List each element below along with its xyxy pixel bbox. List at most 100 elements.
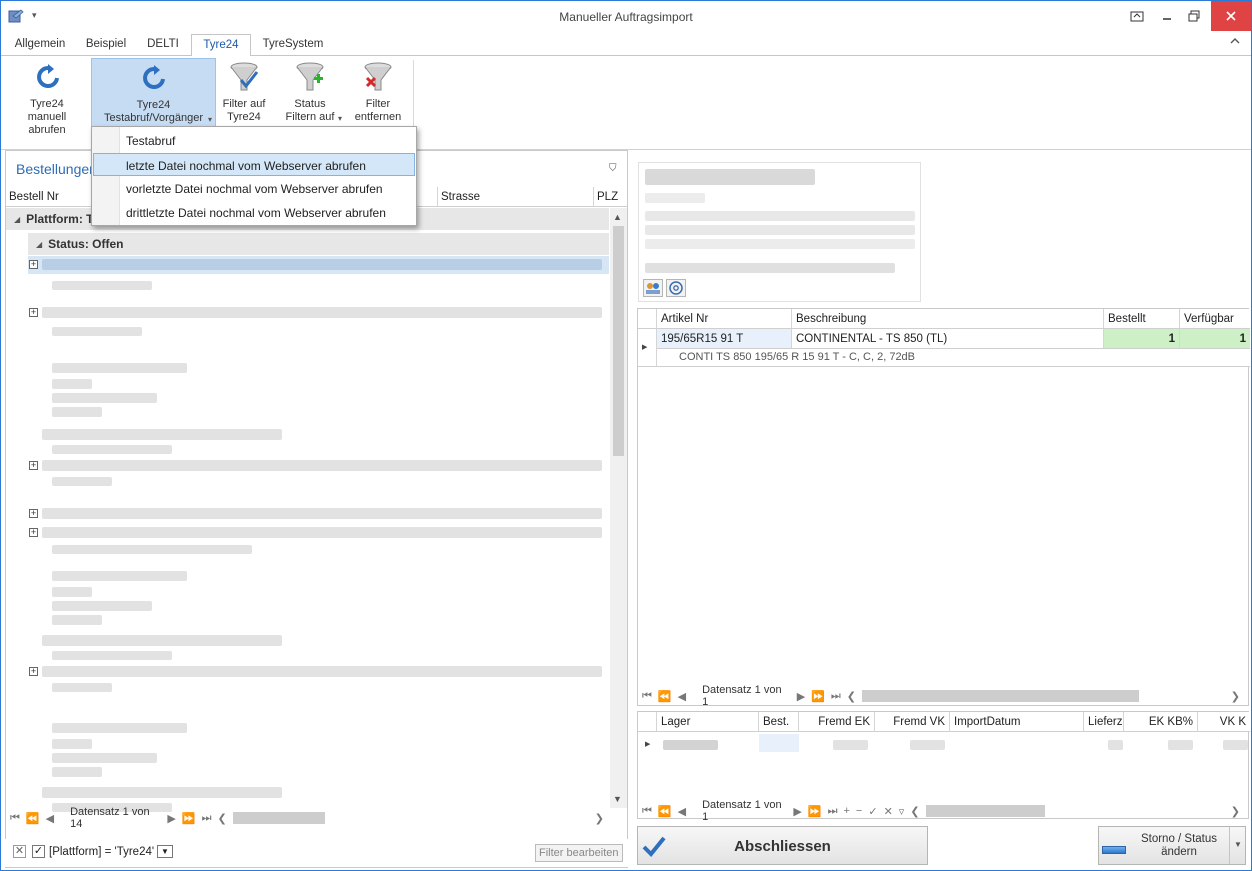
scroll-up-icon[interactable]: ▲ [613,212,622,222]
scroll-thumb[interactable] [613,226,624,456]
article-nr-cell[interactable]: 195/65R15 91 T [657,329,792,349]
group-row-status[interactable]: ◢ Status: Offen [28,233,609,255]
column-header-strasse[interactable]: Strasse [438,187,594,207]
nav-first-icon[interactable]: ⏮ [10,812,20,825]
nav-prev-page-icon[interactable]: ⏪ [26,812,40,825]
column-header-plz[interactable]: PLZ [594,187,627,207]
article-detail-row: CONTI TS 850 195/65 R 15 91 T - C, C, 2,… [657,349,1250,367]
tab-tyre24[interactable]: Tyre24 [191,34,251,57]
stock-grid: Lager Best. Fremd EK Fremd VK ImportDatu… [637,711,1250,823]
remove-filter-button[interactable]: Filter entfernen [348,58,408,128]
filter-remove-icon [364,62,392,91]
hscroll-left-icon[interactable]: ❮ [217,812,226,825]
restore-icon [1188,10,1200,22]
nav-prev-icon[interactable]: ◀ [678,690,686,703]
column-header-lieferzeit[interactable]: Lieferzeit [1084,712,1124,732]
tab-beispiel[interactable]: Beispiel [79,34,133,56]
table-row [663,740,718,750]
email-button[interactable] [666,279,686,297]
nav-next-page-icon[interactable]: ⏩ [182,812,196,825]
maximize-button[interactable] [1177,1,1211,31]
tab-allgemein[interactable]: Allgemein [11,34,69,56]
finish-button-label: Abschliessen [734,838,831,855]
clear-filter-icon[interactable]: ✕ [13,845,26,858]
expand-icon[interactable]: + [29,308,38,317]
filter-tyre24-button[interactable]: Filter auf Tyre24 [218,58,270,128]
expand-icon[interactable]: + [29,667,38,676]
restore-ribbon-button[interactable] [1120,1,1154,31]
nav-prev-page-icon[interactable]: ⏪ [658,690,672,703]
nav-cancel-icon[interactable]: ✕ [884,805,893,818]
nav-filter-icon[interactable]: ▿ [899,805,905,818]
vertical-scrollbar[interactable]: ▲ ▼ [610,208,627,808]
chevron-down-icon[interactable]: ▾ [338,112,342,125]
expand-icon[interactable]: + [29,509,38,518]
column-header-bestellt[interactable]: Bestellt [1104,309,1180,329]
column-header-importdatum[interactable]: ImportDatum [950,712,1084,732]
tab-delti[interactable]: DELTI [139,34,187,56]
stock-record-navigator: ⏮ ⏪ ◀ Datensatz 1 von 1 ▶ ⏩ ⏭ + − ✓ ✕ ▿ … [642,799,1246,823]
table-row [42,307,602,318]
nav-next-page-icon[interactable]: ⏩ [808,805,822,818]
nav-last-icon[interactable]: ⏭ [831,690,841,703]
nav-next-icon[interactable]: ▶ [797,690,805,703]
close-button[interactable] [1211,1,1251,31]
column-header-fremd-vk[interactable]: Fremd VK [875,712,950,732]
nav-next-icon[interactable]: ▶ [793,805,801,818]
filter-history-dropdown[interactable]: ▼ [157,845,173,858]
tab-tyresystem[interactable]: TyreSystem [256,34,330,56]
status-filter-button[interactable]: Status Filtern auf ▾ [274,58,346,128]
finish-button[interactable]: Abschliessen [637,826,928,865]
menu-item-letzte-datei[interactable]: letzte Datei nochmal vom Webserver abruf… [93,153,415,176]
collapse-ribbon-icon[interactable] [1229,36,1241,46]
nav-prev-icon[interactable]: ◀ [678,805,686,818]
column-header-vk-k[interactable]: VK K [1198,712,1250,732]
nav-delete-icon[interactable]: − [856,805,862,817]
storno-status-button[interactable]: Storno / Status ändern ▼ [1098,826,1246,865]
pin-icon[interactable]: ⛉ [609,163,617,174]
article-ordered-cell[interactable]: 1 [1104,329,1180,349]
nav-append-icon[interactable]: + [843,805,849,817]
column-header-best[interactable]: Best. [759,712,799,732]
column-header-lager[interactable]: Lager [657,712,759,732]
nav-first-icon[interactable]: ⏮ [642,805,652,818]
nav-apply-icon[interactable]: ✓ [868,805,877,818]
hscroll-thumb[interactable] [925,805,1045,817]
expand-icon[interactable]: + [29,528,38,537]
column-header-artikel-nr[interactable]: Artikel Nr [657,309,792,329]
column-header-fremd-ek[interactable]: Fremd EK [799,712,875,732]
article-available-cell[interactable]: 1 [1180,329,1250,349]
hscroll-left-icon[interactable]: ❮ [910,805,919,818]
title-bar: ▾ Manueller Auftragsimport [1,1,1251,33]
nav-next-page-icon[interactable]: ⏩ [811,690,825,703]
contacts-button[interactable] [643,279,663,297]
nav-last-icon[interactable]: ⏭ [828,805,838,818]
hscroll-right-icon[interactable]: ❯ [595,812,604,825]
scroll-down-icon[interactable]: ▼ [613,794,622,804]
filter-edit-button[interactable]: Filter bearbeiten [535,844,623,862]
nav-next-icon[interactable]: ▶ [167,812,175,825]
hscroll-right-icon[interactable]: ❯ [1231,805,1240,818]
hscroll-right-icon[interactable]: ❯ [1231,690,1240,703]
chevron-down-icon[interactable]: ▼ [1234,840,1242,849]
filter-enabled-checkbox[interactable]: ✓ [32,845,45,858]
hscroll-left-icon[interactable]: ❮ [847,690,856,703]
hscroll-thumb[interactable] [232,812,325,824]
nav-first-icon[interactable]: ⏮ [642,690,652,703]
expand-icon[interactable]: + [29,461,38,470]
hscroll-thumb[interactable] [862,690,1139,702]
tyre24-test-button[interactable]: Tyre24 Testabruf/Vorgänger ▾ [91,58,216,128]
tyre24-manual-button[interactable]: Tyre24 manuell abrufen [5,58,89,136]
nav-last-icon[interactable]: ⏭ [202,812,212,825]
column-header-verfuegbar[interactable]: Verfügbar [1180,309,1250,329]
article-description-cell[interactable]: CONTINENTAL - TS 850 (TL) [792,329,1104,349]
column-header-beschreibung[interactable]: Beschreibung [792,309,1104,329]
menu-item-testabruf[interactable]: Testabruf [93,129,415,152]
menu-item-drittletzte-datei[interactable]: drittletzte Datei nochmal vom Webserver … [93,201,415,224]
menu-item-vorletzte-datei[interactable]: vorletzte Datei nochmal vom Webserver ab… [93,177,415,200]
nav-prev-page-icon[interactable]: ⏪ [658,805,672,818]
expand-icon[interactable]: + [29,260,38,269]
nav-prev-icon[interactable]: ◀ [46,812,54,825]
column-header-ek-kb[interactable]: EK KB% [1124,712,1198,732]
remove-filter-label-2: entfernen [354,111,402,123]
